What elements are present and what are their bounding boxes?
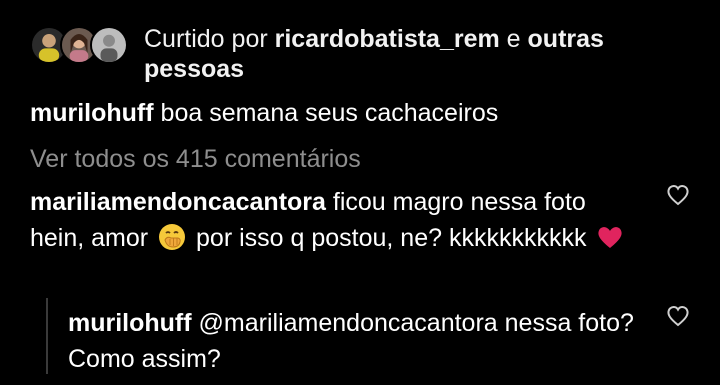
reply-thread-line (46, 298, 48, 374)
caption-text: boa semana seus cachaceiros (153, 99, 499, 127)
liker-avatars[interactable] (30, 26, 130, 66)
post-caption: murilohuff boa semana seus cachaceiros (30, 98, 498, 128)
reply-comment: murilohuff @mariliamendoncacantora nessa… (68, 305, 638, 377)
comment-text-2: por isso q postou, ne? kkkkkkkkkkk (189, 224, 594, 252)
caption-username[interactable]: murilohuff (30, 99, 154, 127)
liked-by-text: Curtido por ricardobatista_rem e outras … (130, 24, 650, 84)
red-heart-emoji (596, 223, 624, 251)
avatar (90, 26, 128, 64)
comment: mariliamendoncacantora ficou magro nessa… (30, 184, 640, 256)
comment-username[interactable]: mariliamendoncacantora (30, 188, 326, 216)
liked-by-joiner: e (499, 25, 528, 53)
reply-username[interactable]: murilohuff (68, 309, 192, 337)
view-all-comments-link[interactable]: Ver todos os 415 comentários (30, 144, 361, 174)
reply-mention[interactable]: @mariliamendoncacantora (199, 309, 498, 337)
heart-outline-icon (667, 184, 689, 206)
reply-like-button[interactable] (666, 305, 690, 327)
heart-outline-icon (667, 305, 689, 327)
hand-over-mouth-emoji (158, 223, 186, 251)
liked-by-prefix: Curtido por (144, 25, 275, 53)
comment-like-button[interactable] (666, 184, 690, 206)
liked-by-row[interactable]: Curtido por ricardobatista_rem e outras … (30, 24, 650, 84)
liker-username[interactable]: ricardobatista_rem (275, 25, 500, 53)
